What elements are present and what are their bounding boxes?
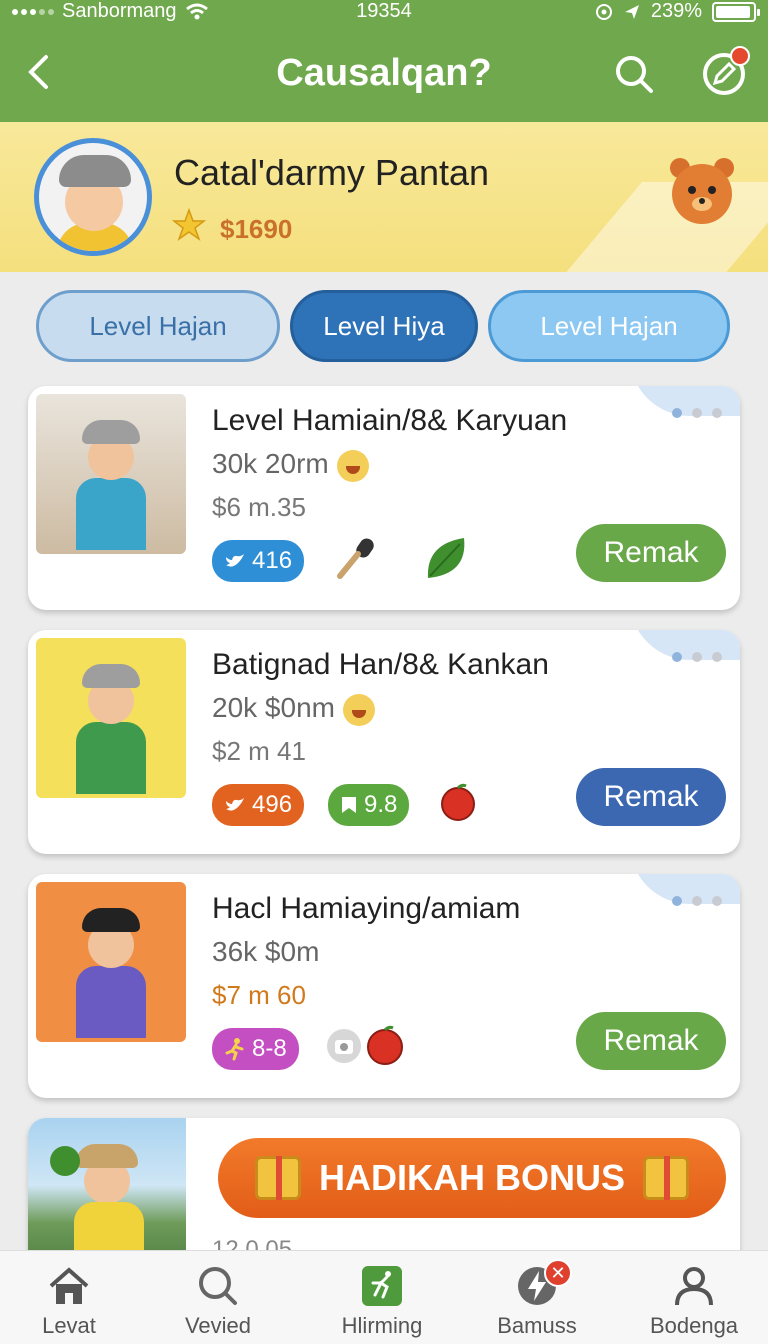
runner-icon [225, 1038, 244, 1061]
apple-icon [441, 783, 475, 821]
card-title: Level Hamiain/8& Karyuan [212, 404, 568, 437]
twitter-chip[interactable]: 496 [212, 784, 305, 826]
nav-item-bodenga[interactable]: Bodenga [619, 1251, 768, 1344]
remak-button[interactable]: Remak [576, 524, 726, 582]
tab-level-1[interactable]: Level Hajan [36, 290, 280, 362]
microphone-icon [337, 538, 374, 579]
remak-button[interactable]: Remak [576, 1012, 726, 1070]
nav-item-levat[interactable]: Levat [0, 1251, 144, 1344]
activity-chip[interactable]: 8-8 [212, 1028, 299, 1070]
bottom-nav: Levat Vevied Hlirming ✕ Bamuss Bodenga [0, 1250, 768, 1344]
card-thumbnail [36, 882, 186, 1042]
card-views: 20k $0nm [212, 692, 375, 726]
close-badge-icon[interactable]: ✕ [544, 1259, 572, 1287]
star-icon [172, 208, 206, 241]
search-button[interactable] [610, 50, 658, 98]
remak-button[interactable]: Remak [576, 768, 726, 826]
card-title: Batignad Han/8& Kankan [212, 648, 549, 681]
bonus-card: HADIKAH BONUS 12 0 05 [28, 1118, 740, 1268]
gift-icon [255, 1156, 301, 1200]
apple-icon [367, 1025, 403, 1065]
bookmark-icon [342, 797, 356, 813]
level-card[interactable]: Level Hamiain/8& Karyuan 30k 20rm $6 m.3… [28, 386, 740, 610]
profile-coins: $1690 [220, 214, 293, 244]
battery-percent: 239% [650, 0, 702, 22]
card-price: $7 m 60 [212, 980, 306, 1010]
edit-button[interactable] [700, 46, 750, 98]
level-card[interactable]: Hacl Hamiaying/amiam 36k $0m $7 m 60 8-8… [28, 874, 740, 1098]
bird-icon [226, 554, 244, 567]
tab-level-2[interactable]: Level Hiya [290, 290, 478, 362]
card-price: $6 m.35 [212, 492, 306, 522]
profile-name: Catal'darmy Pantan [174, 152, 490, 193]
leaf-icon [427, 538, 465, 578]
bonus-thumbnail [28, 1118, 186, 1268]
bear-mascot-icon [670, 158, 734, 224]
rating-chip[interactable]: 9.8 [328, 784, 410, 826]
camera-icon [327, 1029, 361, 1063]
card-thumbnail [36, 394, 186, 554]
battery-icon [712, 1, 760, 22]
status-right: 239% [595, 0, 760, 23]
search-icon [199, 1267, 237, 1305]
smile-emoji-icon [342, 693, 375, 726]
profile-banner: Catal'darmy Pantan $1690 [0, 122, 768, 272]
card-views: 36k $0m [212, 936, 320, 967]
status-bar: Sanbormang 19354 239% [0, 0, 768, 28]
more-options-icon[interactable] [672, 652, 722, 662]
bird-icon [226, 798, 244, 811]
user-icon [675, 1267, 713, 1306]
location-icon [595, 3, 612, 20]
home-icon [49, 1267, 89, 1304]
more-options-icon[interactable] [672, 408, 722, 418]
card-price: $2 m 41 [212, 736, 306, 766]
card-thumbnail [36, 638, 186, 798]
smile-emoji-icon [336, 449, 369, 482]
twitter-chip[interactable]: 416 [212, 540, 305, 582]
level-card[interactable]: Batignad Han/8& Kankan 20k $0nm $2 m 41 … [28, 630, 740, 854]
card-title: Hacl Hamiaying/amiam [212, 892, 521, 925]
top-bar: Sanbormang 19354 239% Causalqan? [0, 0, 768, 122]
navigation-arrow-icon [624, 4, 639, 19]
more-options-icon[interactable] [672, 896, 722, 906]
card-views: 30k 20rm [212, 448, 369, 482]
bonus-button[interactable]: HADIKAH BONUS [218, 1138, 726, 1218]
nav-item-bamuss[interactable]: ✕ Bamuss [462, 1251, 612, 1344]
search-icon [616, 56, 653, 93]
app-header: Causalqan? [0, 40, 768, 110]
nav-item-hlirming[interactable]: Hlirming [307, 1251, 457, 1344]
activity-icon [362, 1266, 402, 1306]
avatar[interactable] [34, 138, 152, 256]
nav-item-vevied[interactable]: Vevied [143, 1251, 293, 1344]
tab-level-3[interactable]: Level Hajan [488, 290, 730, 362]
notification-dot [730, 46, 750, 66]
gift-icon [643, 1156, 689, 1200]
